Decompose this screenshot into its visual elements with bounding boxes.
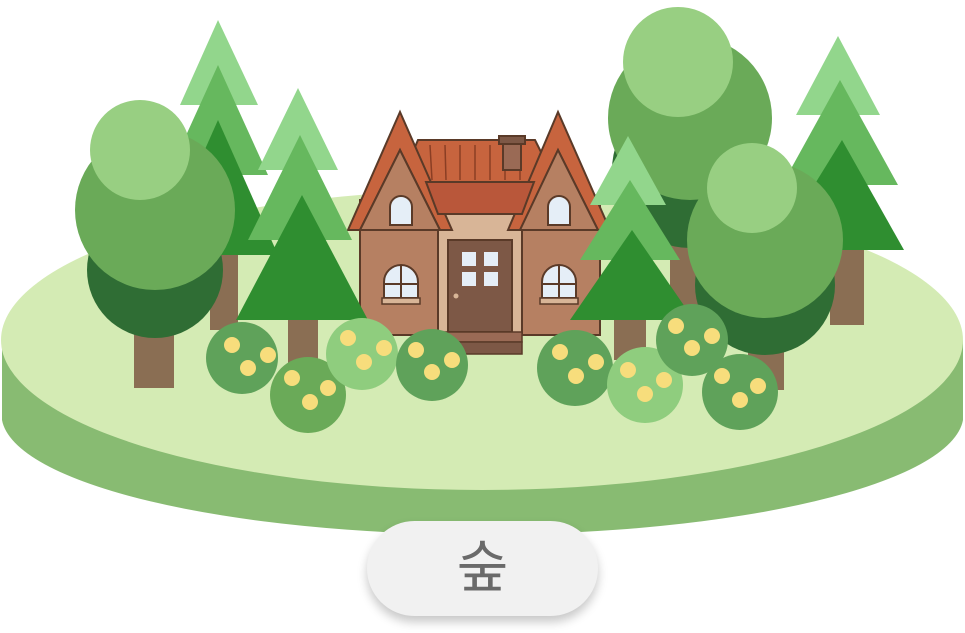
flower-bush-icon — [537, 330, 613, 406]
flower-bush-icon — [206, 322, 278, 394]
label-pill: 숲 — [367, 521, 598, 616]
flower-bush-icon — [396, 329, 468, 401]
label-text: 숲 — [456, 535, 509, 601]
flower-bush-icon — [326, 318, 398, 390]
house-icon — [346, 109, 612, 355]
flower-bush-icon — [702, 354, 778, 430]
